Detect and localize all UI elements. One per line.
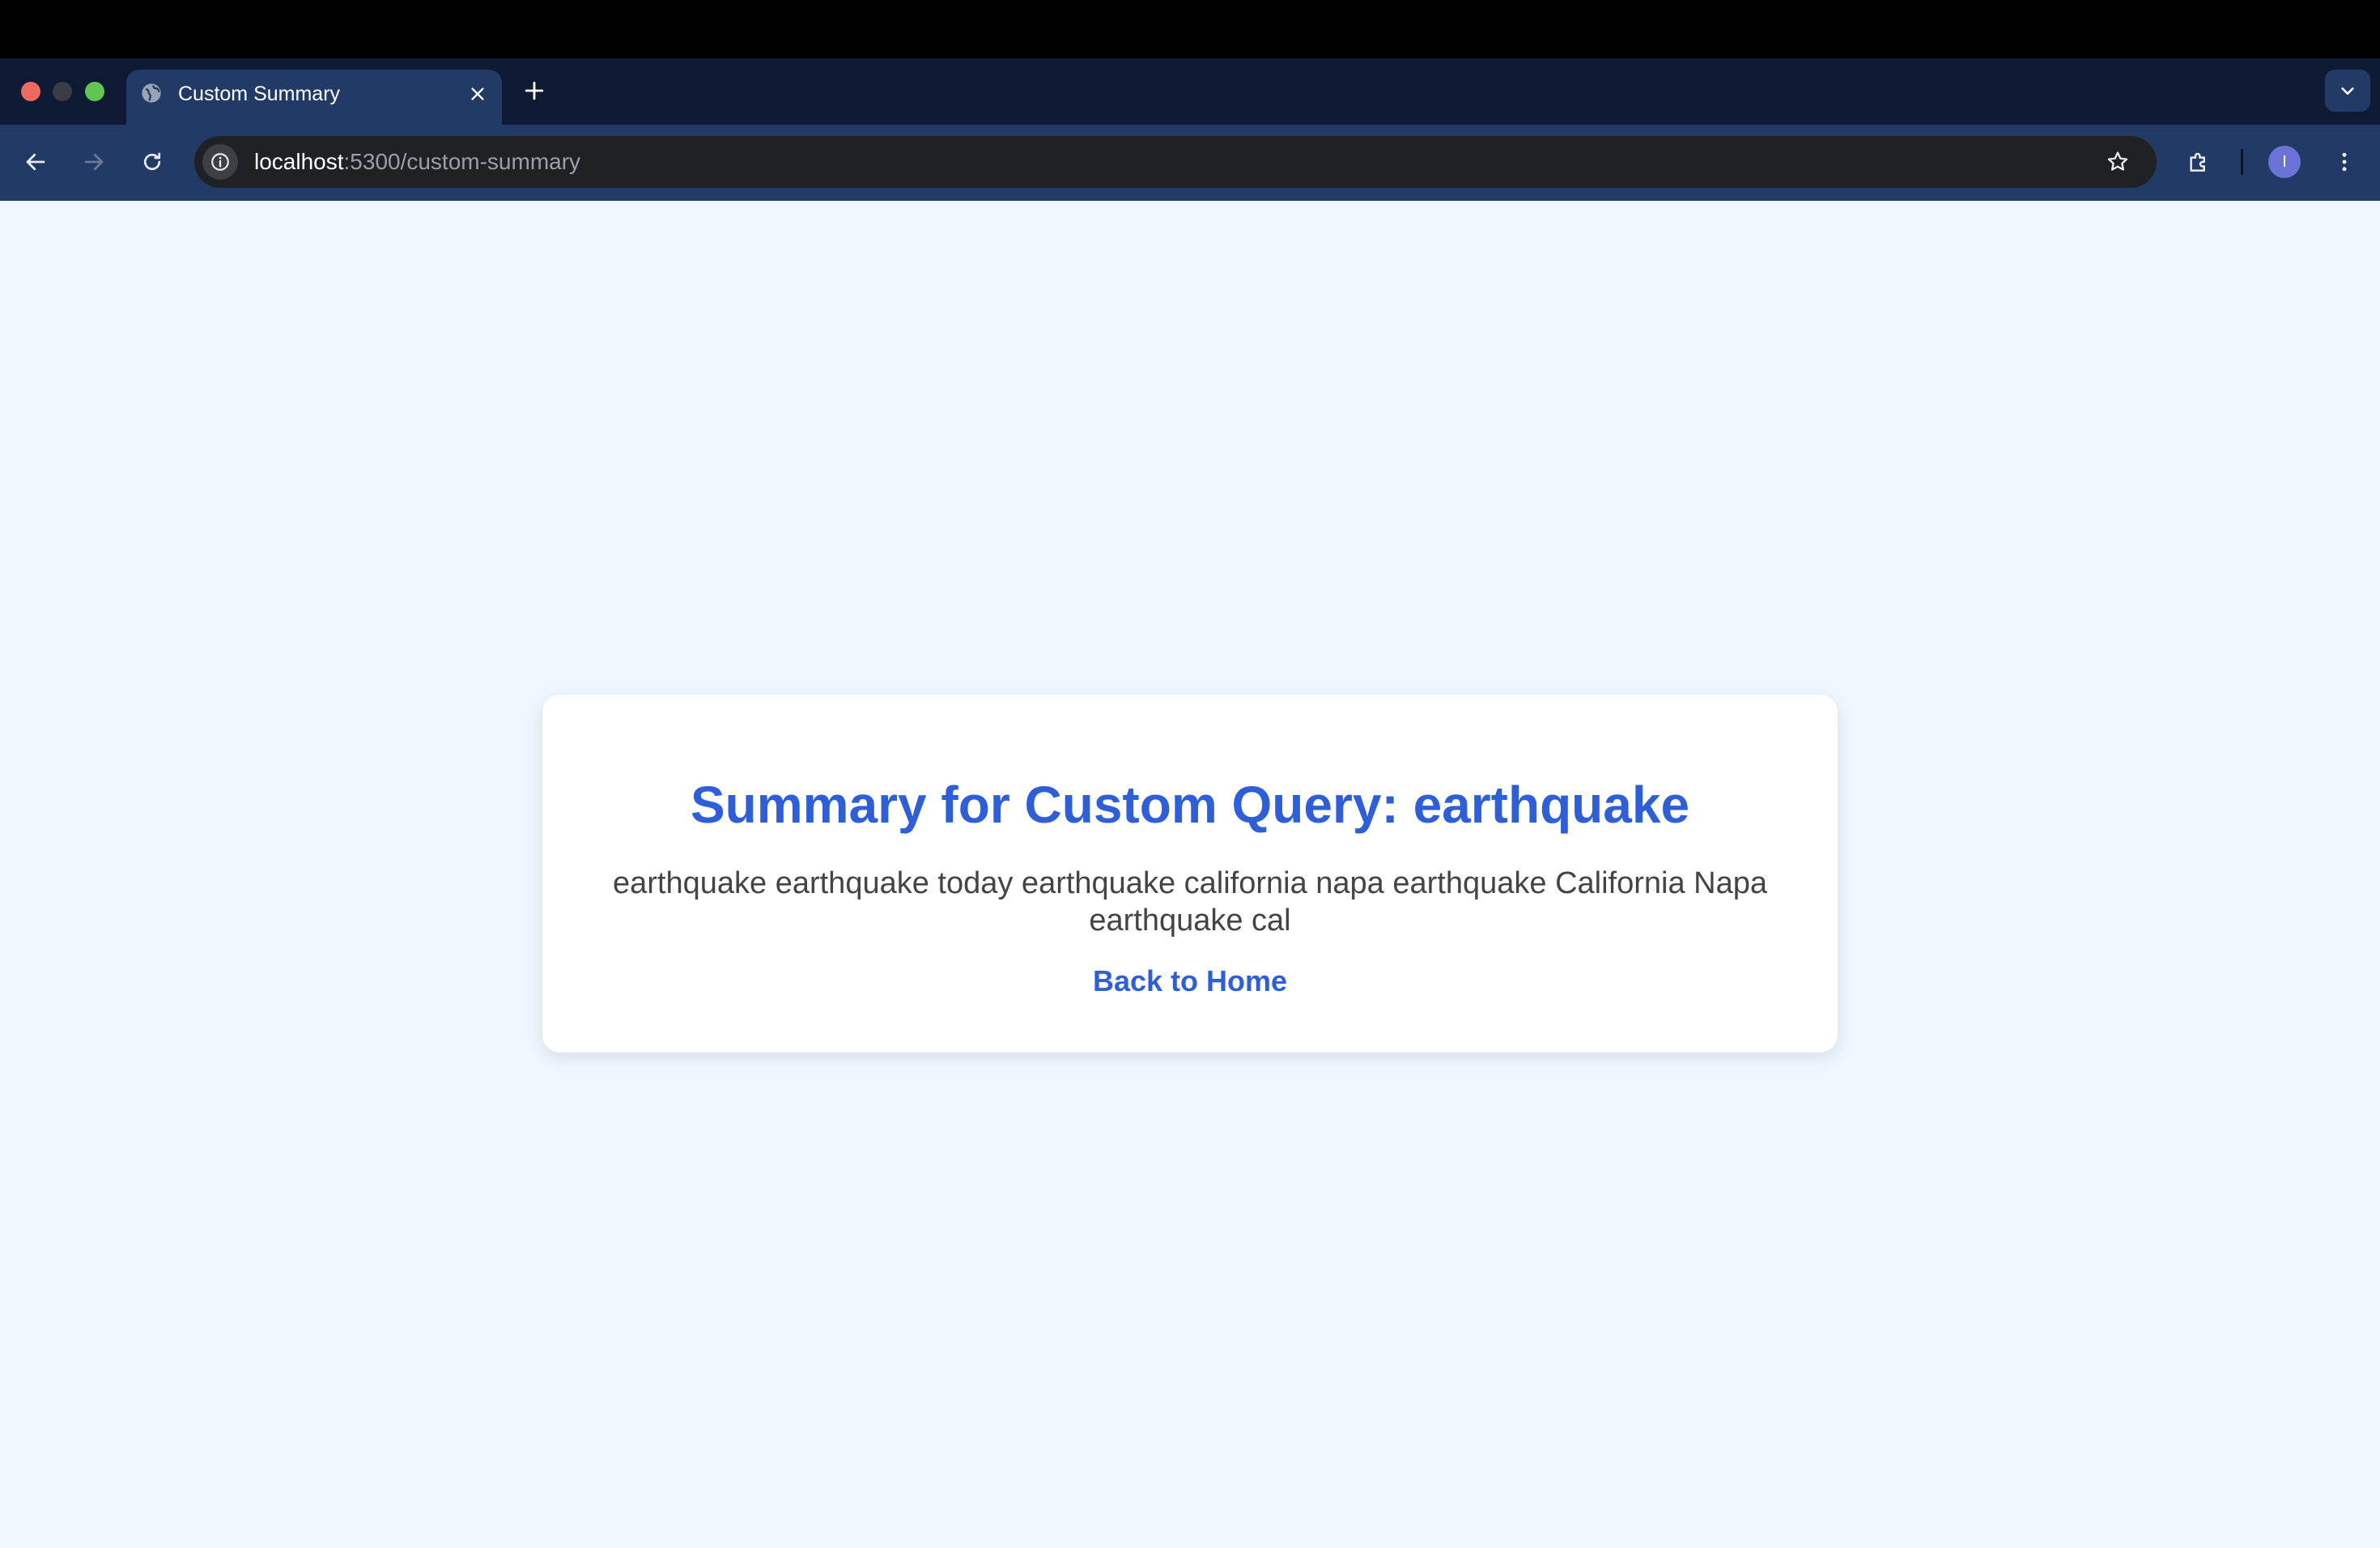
page-viewport: Summary for Custom Query: earthquake ear…: [0, 201, 2380, 1548]
system-menu-bar: [0, 0, 2380, 58]
star-icon[interactable]: [2102, 146, 2134, 178]
url-path: :5300/custom-summary: [343, 149, 581, 174]
window-maximize-button[interactable]: [85, 82, 104, 101]
reload-icon[interactable]: [134, 144, 170, 180]
avatar[interactable]: I: [2268, 146, 2301, 178]
kebab-menu-icon[interactable]: [2327, 144, 2362, 180]
tab-title: Custom Summary: [178, 83, 341, 105]
summary-card-panel: Summary for Custom Query: earthquake ear…: [542, 695, 1838, 1053]
info-icon[interactable]: [202, 144, 238, 180]
page-title: Summary for Custom Query: earthquake: [690, 776, 1690, 834]
back-link-container: Back to Home: [542, 963, 1838, 999]
plus-icon[interactable]: [518, 74, 550, 107]
puzzle-icon[interactable]: [2181, 144, 2216, 180]
globe-icon: [139, 81, 164, 105]
back-to-home-link[interactable]: Back to Home: [1093, 964, 1287, 997]
summary-text: earthquake earthquake today earthquake c…: [613, 866, 1767, 938]
arrow-left-icon[interactable]: [18, 144, 53, 180]
url-text: localhost:5300/custom-summary: [254, 147, 580, 176]
window-close-button[interactable]: [21, 82, 40, 101]
toolbar-divider: [2241, 149, 2243, 175]
arrow-right-icon[interactable]: [76, 144, 112, 180]
chevron-down-icon[interactable]: [2325, 70, 2370, 112]
url-host: localhost: [254, 149, 344, 174]
close-icon[interactable]: [463, 79, 492, 108]
window-minimize-button[interactable]: [53, 82, 72, 101]
address-bar[interactable]: localhost:5300/custom-summary: [194, 136, 2157, 188]
summary-card: Summary for Custom Query: earthquake ear…: [542, 695, 1838, 1255]
tab-custom-summary[interactable]: Custom Summary: [126, 70, 502, 125]
